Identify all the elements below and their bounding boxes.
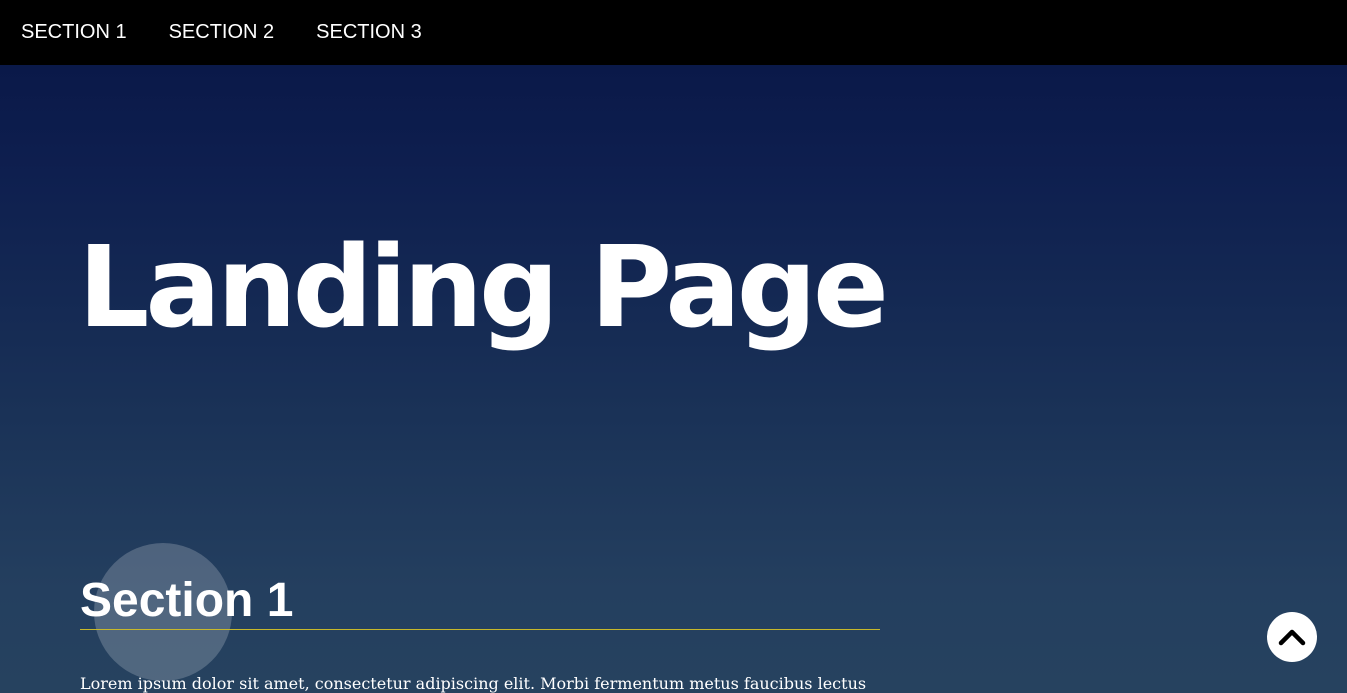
navbar: SECTION 1 SECTION 2 SECTION 3	[0, 0, 1347, 65]
page-title: Landing Page	[78, 223, 889, 353]
chevron-up-icon	[1278, 629, 1306, 646]
nav-item-section-2[interactable]: SECTION 2	[169, 20, 275, 44]
section-1-text: Lorem ipsum dolor sit amet, consectetur …	[80, 674, 867, 693]
nav-item-section-1[interactable]: SECTION 1	[21, 20, 127, 44]
scroll-to-top-button[interactable]	[1267, 612, 1317, 662]
section-1-heading: Section 1	[80, 560, 880, 630]
nav-list: SECTION 1 SECTION 2 SECTION 3	[0, 21, 464, 45]
nav-item-section-3[interactable]: SECTION 3	[316, 20, 422, 44]
section-1: Section 1 Lorem ipsum dolor sit amet, co…	[80, 560, 880, 693]
